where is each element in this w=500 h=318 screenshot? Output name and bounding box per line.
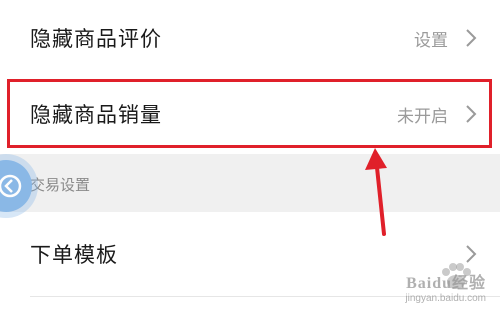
row-value: 设置 (414, 30, 448, 51)
section-title: 交易设置 (30, 176, 91, 194)
annotation-arrow (365, 148, 387, 236)
chevron-right-icon (466, 29, 477, 47)
section-header-trade-settings: 交易设置 (0, 154, 500, 212)
watermark-brand: Baidu经验 (406, 275, 486, 292)
watermark-url: jingyan.baidu.com (405, 293, 486, 304)
highlight-box (7, 79, 492, 148)
row-label: 下单模板 (30, 243, 118, 267)
settings-row-hide-reviews[interactable]: 隐藏商品评价 设置 (0, 0, 500, 76)
back-circle-icon (0, 174, 22, 198)
watermark: Baidu经验 jingyan.baidu.com (405, 269, 486, 304)
row-label: 隐藏商品评价 (30, 27, 162, 51)
